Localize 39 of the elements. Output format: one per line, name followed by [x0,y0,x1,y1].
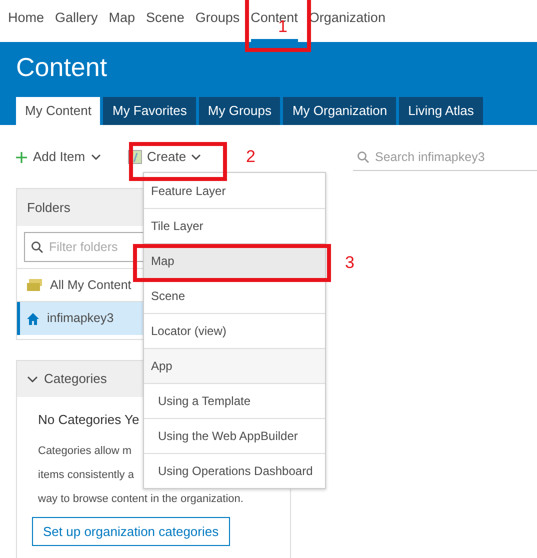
folders-icon [27,279,42,291]
chevron-down-icon [191,154,202,160]
tab[interactable]: Living Atlas [399,97,483,125]
nav-link[interactable]: Organization [308,8,386,42]
tab[interactable]: My Groups [198,97,280,125]
menu-item[interactable]: Feature Layer [144,173,325,208]
tab[interactable]: My Organization [283,97,396,125]
step-number: 2 [246,148,256,165]
plus-icon [16,152,27,162]
search-icon [31,241,43,253]
nav-link[interactable]: Groups [195,8,240,42]
highlight-frame [245,0,311,52]
nav-link[interactable]: Home [8,8,44,42]
menu-heading: App [144,348,325,383]
house-icon [27,312,39,324]
tab[interactable]: My Favorites [103,97,196,125]
nav-link[interactable]: Scene [146,8,184,42]
menu-item[interactable]: Using the Web AppBuilder [144,418,325,453]
description-text: Categories allow m [38,444,132,459]
create-button[interactable]: Create [128,147,202,167]
chevron-down-icon [27,376,38,382]
search-field[interactable]: Search infimapkey3 [353,143,537,171]
step-number: 3 [345,254,354,271]
nav-link[interactable]: Gallery [55,8,98,42]
setup-categories-button[interactable]: Set up organization categories [32,517,230,546]
nav-link[interactable]: Map [108,8,136,42]
section-heading: No Categories Ye [38,411,140,429]
menu-item[interactable]: Using Operations Dashboard [144,453,325,488]
panel-title: Folders [27,198,70,217]
search-icon [357,151,369,163]
description-text: items consistently a [38,468,134,483]
chevron-down-icon [91,154,102,160]
page-title: Content [16,54,108,80]
description-text: way to browse content in the organization. [38,492,244,507]
menu-item[interactable]: Tile Layer [144,208,325,243]
menu-item[interactable]: Locator (view) [144,313,325,348]
add-item-button[interactable]: Add Item [16,147,102,167]
menu-item[interactable]: Using a Template [144,383,325,418]
tab[interactable]: My Content [16,97,100,125]
